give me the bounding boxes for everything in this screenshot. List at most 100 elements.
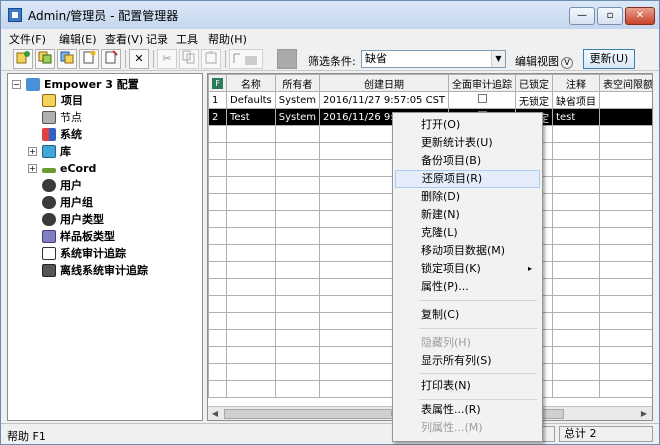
ctx-table-properties[interactable]: 表属性...(R): [395, 401, 540, 419]
tree-item-user-groups[interactable]: 用户组: [42, 194, 93, 210]
offline-audit-icon: [42, 263, 56, 277]
ctx-restore-project[interactable]: 还原项目(R): [395, 170, 540, 188]
view-mode-icon[interactable]: [277, 49, 297, 69]
expand-icon[interactable]: +: [28, 163, 37, 173]
context-menu: 打开(O) 更新统计表(U) 备份项目(B) 还原项目(R) 删除(D) 新建(…: [392, 112, 543, 442]
ctx-update-stats[interactable]: 更新统计表(U): [395, 134, 540, 152]
row-number: 1: [208, 91, 227, 109]
app-icon: [8, 8, 22, 22]
tree-item-label: 项目: [60, 92, 84, 108]
table-header-row: F 名称 所有者 创建日期 全面审计追踪 已锁定 注释 表空间限额: [208, 74, 652, 92]
copy-item-icon[interactable]: [35, 49, 55, 69]
menu-separator: [419, 300, 537, 301]
menu-file[interactable]: 文件(F): [9, 31, 46, 47]
tree-item-library[interactable]: + 库: [28, 143, 71, 159]
menu-record[interactable]: 记录: [146, 31, 168, 47]
tree-item-projects[interactable]: 项目: [42, 92, 84, 108]
maximize-button[interactable]: ▫: [597, 7, 623, 25]
copy-icon[interactable]: [179, 49, 199, 69]
column-header[interactable]: 所有者: [274, 74, 321, 92]
ctx-copy[interactable]: 复制(C): [395, 306, 540, 324]
chevron-down-icon[interactable]: ▼: [491, 51, 505, 67]
cell-quota: [599, 108, 652, 126]
computer-icon: [26, 77, 40, 91]
menu-help[interactable]: 帮助(H): [208, 31, 247, 47]
tree-item-users[interactable]: 用户: [42, 177, 82, 193]
properties-icon[interactable]: [101, 49, 121, 69]
collapse-icon[interactable]: −: [12, 79, 21, 89]
column-header[interactable]: 全面审计追踪: [448, 74, 517, 92]
cell-owner: System: [274, 108, 321, 126]
toolbar-separator: [153, 50, 154, 68]
scroll-left-icon[interactable]: ◀: [209, 408, 221, 420]
menu-tools[interactable]: 工具: [176, 31, 198, 47]
grid-corner[interactable]: F: [208, 74, 227, 92]
ctx-clone[interactable]: 克隆(L): [395, 224, 540, 242]
ctx-delete[interactable]: 删除(D): [395, 188, 540, 206]
filter-select[interactable]: 缺省 ▼: [361, 50, 506, 68]
cut-icon[interactable]: ✂: [157, 49, 177, 69]
menu-separator: [419, 373, 537, 374]
tree-item-audit-trail[interactable]: 系统审计追踪: [42, 245, 126, 261]
ctx-lock-project[interactable]: 锁定项目(K) ▸: [395, 260, 540, 278]
cell-quota: [599, 91, 652, 109]
new-document-icon[interactable]: [79, 49, 99, 69]
refresh-button[interactable]: 更新(U): [583, 49, 635, 69]
tree-item-offline-audit-trail[interactable]: 离线系统审计追踪: [42, 262, 148, 278]
new-item-icon[interactable]: [13, 49, 33, 69]
ctx-properties[interactable]: 属性(P)...: [395, 278, 540, 296]
close-button[interactable]: ✕: [625, 7, 655, 25]
ctx-print-table[interactable]: 打印表(N): [395, 377, 540, 395]
filter-label: 筛选条件:: [308, 55, 356, 68]
app-window: Admin/管理员 - 配置管理器 — ▫ ✕ 文件(F) 编辑(E) 查看(V…: [0, 0, 660, 445]
column-header[interactable]: 名称: [226, 74, 276, 92]
scroll-right-icon[interactable]: ▶: [638, 408, 650, 420]
config-tree[interactable]: − Empower 3 配置 项目 节点 系统 + 库 + eCord 用户 用…: [7, 73, 203, 421]
grid-settings-icon: F: [212, 77, 223, 89]
table-row[interactable]: 1 Defaults System 2016/11/27 9:57:05 CST…: [208, 91, 652, 109]
column-header[interactable]: 表空间限额: [599, 74, 652, 92]
ctx-new[interactable]: 新建(N): [395, 206, 540, 224]
tree-item-ecord[interactable]: + eCord: [28, 160, 96, 176]
menu-view[interactable]: 查看(V): [105, 31, 143, 47]
column-header[interactable]: 注释: [552, 74, 601, 92]
tree-item-user-types[interactable]: 用户类型: [42, 211, 104, 227]
edit-view-button[interactable]: 编辑视图 V: [515, 53, 573, 69]
checkbox-view-icon[interactable]: [229, 49, 263, 69]
user-group-icon: [42, 195, 56, 209]
toolbar: ✕ ✂ 筛选条件: 缺省 ▼ 编辑视图 V 更新(U): [1, 47, 659, 71]
audit-checkbox[interactable]: [477, 94, 487, 103]
minimize-button[interactable]: —: [569, 7, 595, 25]
folder-icon: [42, 93, 56, 107]
ctx-backup-project[interactable]: 备份项目(B): [395, 152, 540, 170]
cell-locked: 无锁定: [515, 91, 554, 109]
tree-root[interactable]: − Empower 3 配置: [12, 76, 139, 92]
title-bar: Admin/管理员 - 配置管理器 — ▫ ✕: [1, 1, 659, 29]
menu-separator: [419, 399, 537, 400]
cell-date: 2016/11/27 9:57:05 CST: [319, 91, 450, 109]
tree-item-nodes[interactable]: 节点: [42, 109, 82, 125]
ctx-open[interactable]: 打开(O): [395, 116, 540, 134]
ctx-column-properties[interactable]: 列属性...(M): [395, 419, 540, 437]
user-icon: [42, 178, 56, 192]
delete-icon[interactable]: ✕: [129, 49, 149, 69]
edit-view-label: 编辑视图: [515, 55, 559, 68]
paste-icon[interactable]: [201, 49, 221, 69]
expand-icon[interactable]: +: [28, 146, 37, 156]
ctx-show-all-columns[interactable]: 显示所有列(S): [395, 352, 540, 370]
merge-item-icon[interactable]: [57, 49, 77, 69]
cell-name: Test: [226, 108, 276, 126]
ctx-move-project-data[interactable]: 移动项目数据(M): [395, 242, 540, 260]
submenu-arrow-icon: ▸: [527, 264, 532, 273]
ctx-hide-column[interactable]: 隐藏列(H): [395, 334, 540, 352]
tree-item-label: 用户: [60, 179, 82, 192]
menu-separator: [419, 328, 537, 329]
ctx-lock-project-label: 锁定项目(K): [421, 262, 481, 275]
tree-item-systems[interactable]: 系统: [42, 126, 82, 142]
column-header[interactable]: 已锁定: [515, 74, 554, 92]
ecord-icon: [42, 167, 56, 173]
menu-edit[interactable]: 编辑(E): [59, 31, 97, 47]
tree-item-label: 库: [60, 145, 71, 158]
column-header[interactable]: 创建日期: [319, 74, 450, 92]
tree-item-plate-types[interactable]: 样品板类型: [42, 228, 115, 244]
